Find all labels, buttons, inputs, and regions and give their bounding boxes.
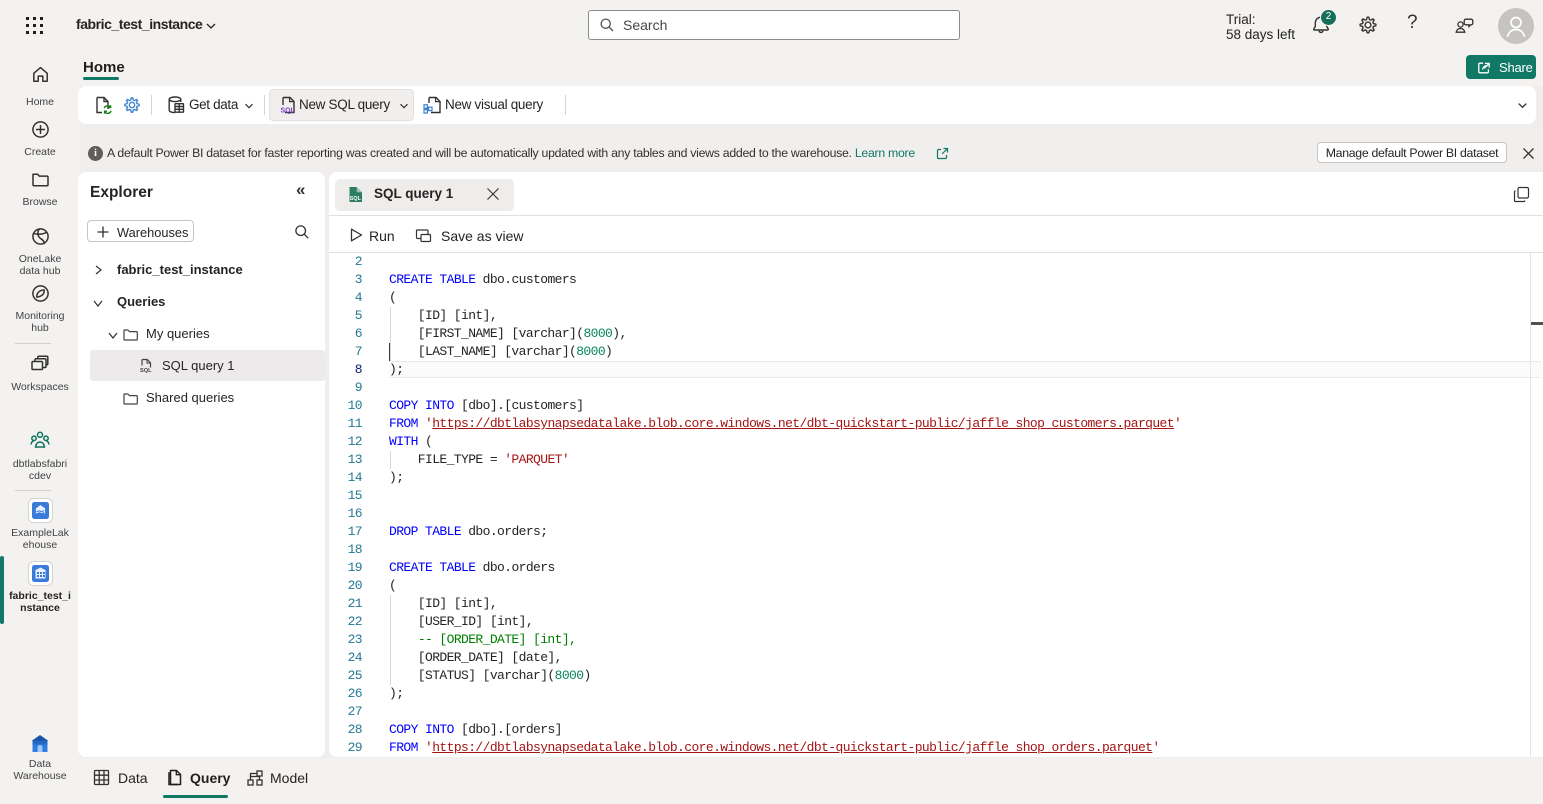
svg-text:SQL: SQL	[281, 108, 296, 115]
svg-text:SQL: SQL	[140, 368, 152, 374]
svg-text:SQL: SQL	[350, 196, 362, 202]
